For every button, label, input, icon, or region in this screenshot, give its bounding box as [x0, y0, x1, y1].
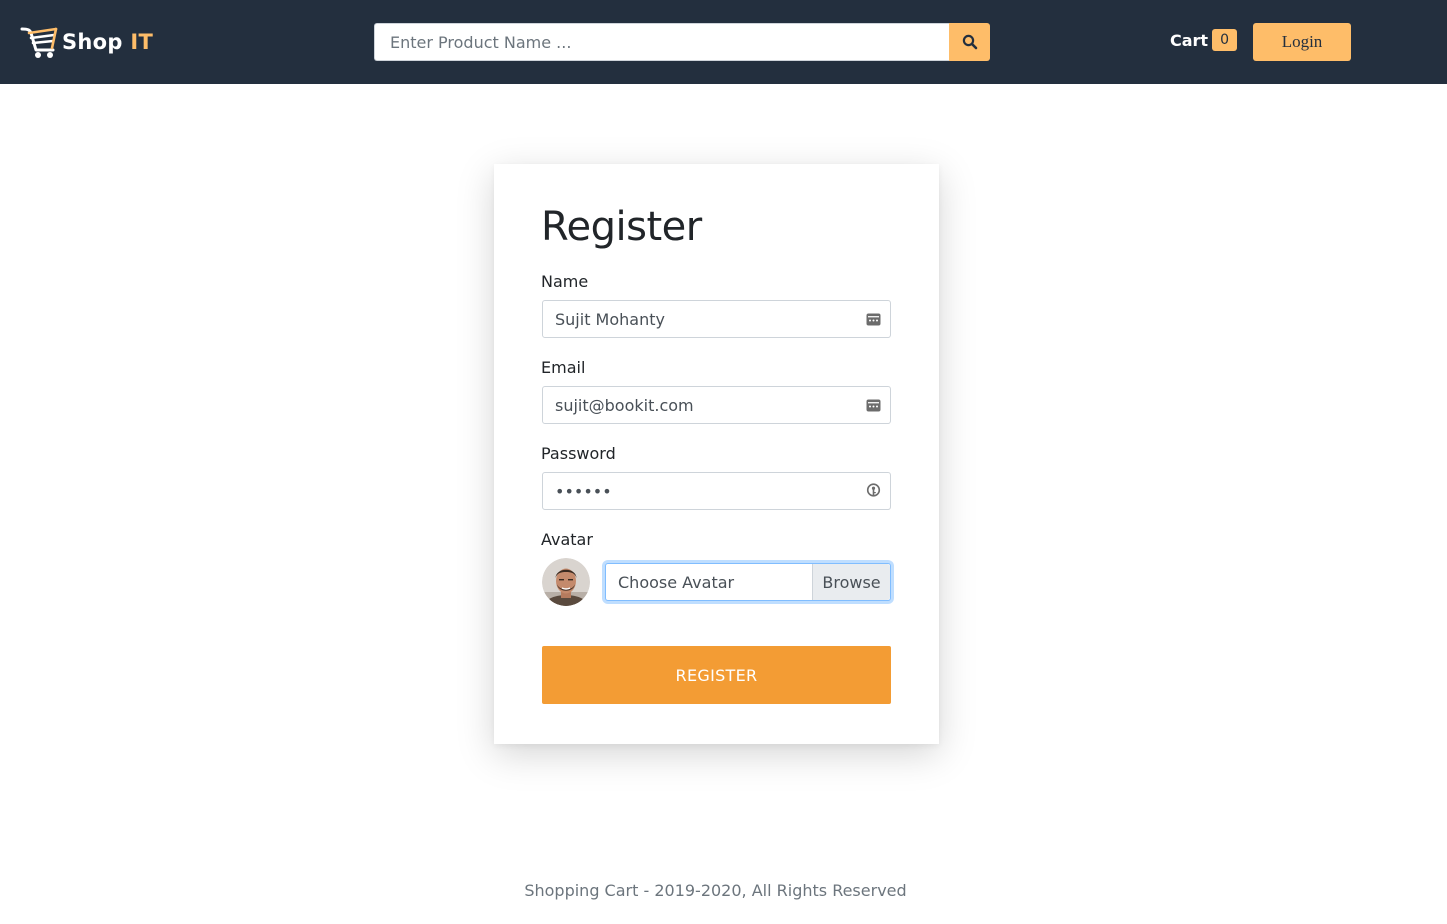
choose-avatar-label[interactable]: Choose Avatar: [606, 564, 812, 600]
register-button[interactable]: REGISTER: [542, 646, 891, 704]
search-button[interactable]: [949, 23, 990, 61]
page-title: Register: [541, 204, 702, 250]
cart-label: Cart: [1170, 30, 1209, 50]
password-label: Password: [541, 444, 616, 463]
cart-link[interactable]: Cart 0: [1170, 29, 1238, 51]
email-input[interactable]: [543, 387, 853, 423]
password-field: [542, 472, 891, 510]
email-label: Email: [541, 358, 586, 377]
browse-button[interactable]: Browse: [812, 564, 890, 600]
logo-accent-text: IT: [130, 30, 154, 54]
autofill-icon[interactable]: [865, 397, 881, 413]
register-card: Register Name Email Password Avatar: [494, 164, 939, 744]
logo-text: Shop IT: [62, 30, 154, 54]
shopit-logo[interactable]: Shop IT: [20, 24, 153, 60]
login-button[interactable]: Login: [1253, 23, 1351, 61]
search-icon: [962, 34, 977, 50]
avatar-label: Avatar: [541, 530, 593, 549]
footer: Shopping Cart - 2019-2020, All Rights Re…: [0, 881, 1447, 900]
autofill-icon[interactable]: [865, 311, 881, 327]
footer-text: Shopping Cart - 2019-2020, All Rights Re…: [524, 881, 907, 900]
avatar-file-input[interactable]: Choose Avatar Browse: [605, 563, 891, 601]
avatar-preview: [542, 558, 590, 606]
search-bar: [374, 23, 990, 61]
password-input[interactable]: [543, 473, 853, 509]
email-field: [542, 386, 891, 424]
name-input[interactable]: [543, 301, 853, 337]
password-key-icon[interactable]: [865, 483, 881, 499]
search-input[interactable]: [374, 23, 949, 61]
name-field: [542, 300, 891, 338]
cart-count-badge: 0: [1212, 29, 1238, 51]
avatar-row: Choose Avatar Browse: [542, 558, 891, 606]
name-label: Name: [541, 272, 589, 291]
navbar: Shop IT Cart 0 Login: [0, 0, 1447, 84]
shopping-cart-logo-icon: [20, 27, 58, 58]
